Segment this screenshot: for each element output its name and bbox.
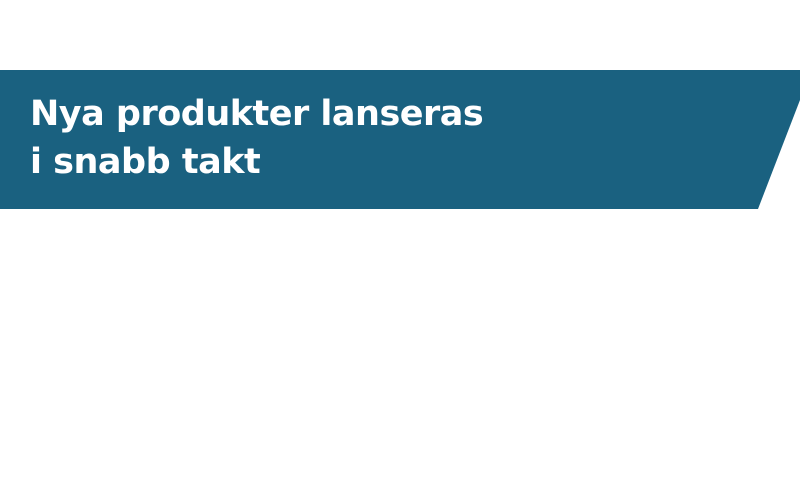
- headline-line-2: i snabb takt: [30, 142, 261, 182]
- headline-banner: Nya produkter lanseras i snabb takt: [0, 70, 800, 209]
- headline-title: Nya produkter lanseras i snabb takt: [30, 90, 670, 186]
- page-canvas: Nya produkter lanseras i snabb takt: [0, 0, 800, 500]
- headline-line-1: Nya produkter lanseras: [30, 94, 484, 134]
